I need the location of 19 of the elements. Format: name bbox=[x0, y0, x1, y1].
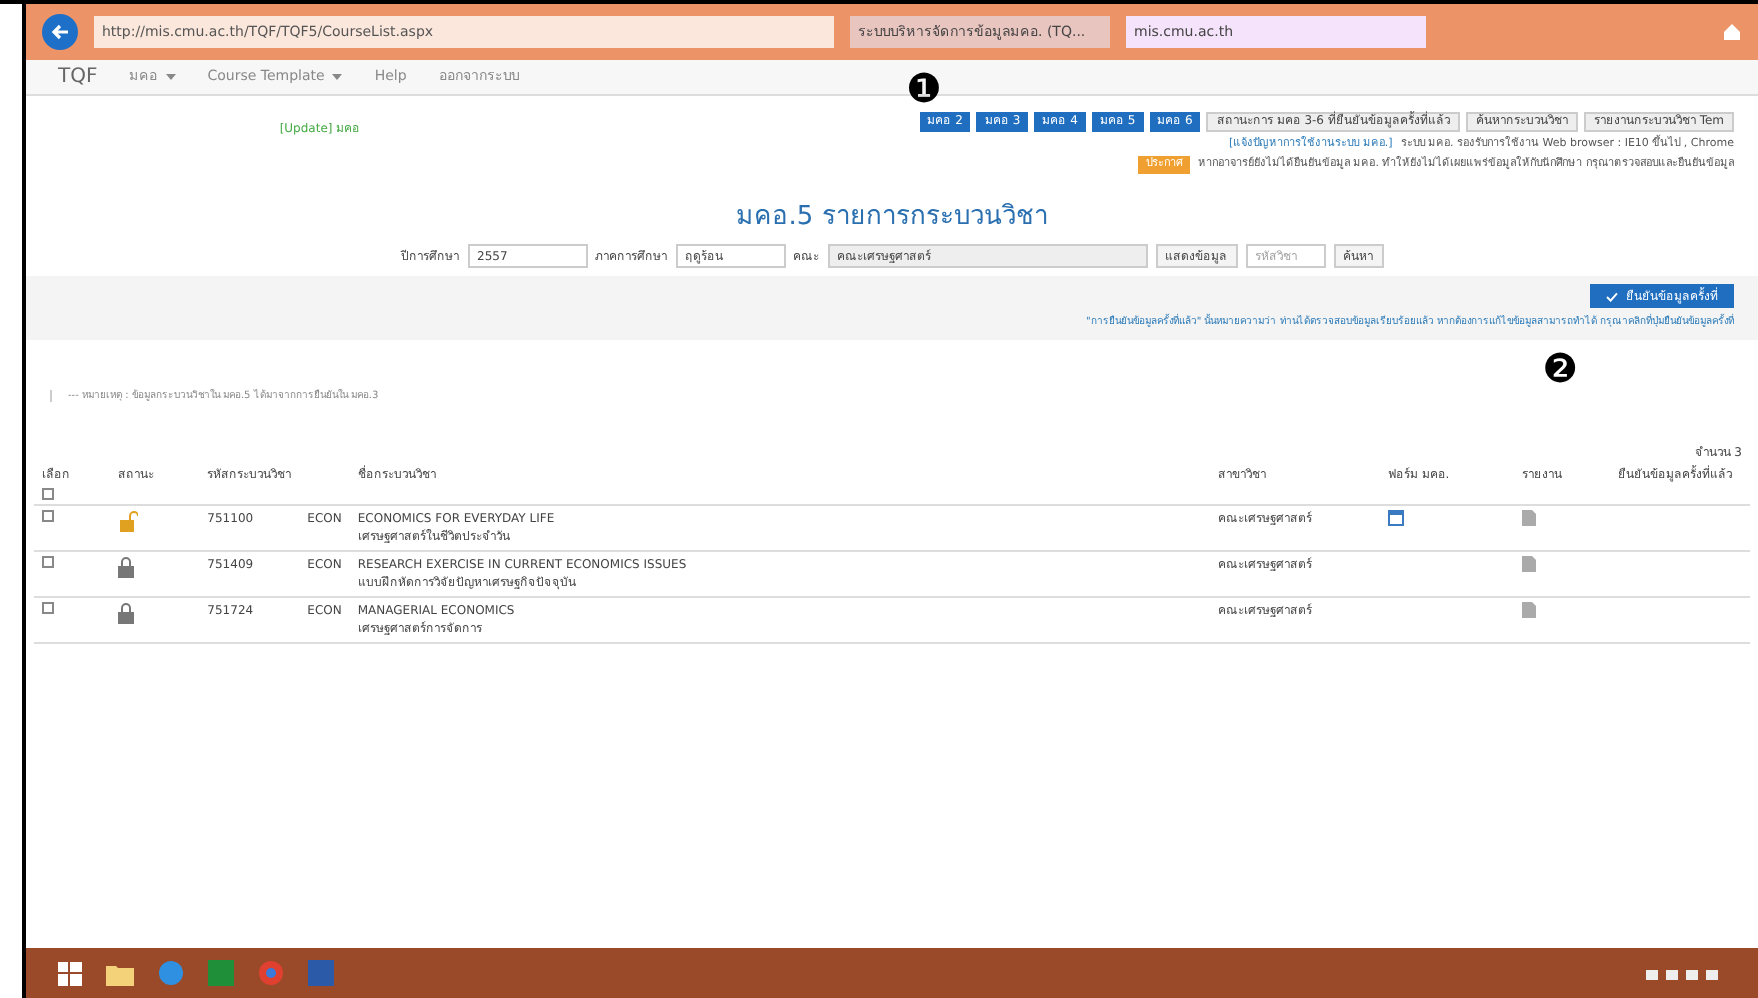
document-icon[interactable] bbox=[1521, 509, 1536, 525]
row-checkbox[interactable] bbox=[42, 509, 54, 521]
row-checkbox[interactable] bbox=[42, 601, 54, 613]
brand-name: TQF bbox=[58, 64, 98, 92]
back-button[interactable] bbox=[42, 14, 78, 50]
folder-icon[interactable] bbox=[106, 961, 134, 985]
windows-start-icon[interactable] bbox=[58, 961, 82, 985]
document-icon[interactable] bbox=[1521, 555, 1536, 571]
annotation-marker: ❷ bbox=[1542, 347, 1578, 387]
document-icon[interactable] bbox=[1521, 601, 1536, 617]
select-all-checkbox[interactable] bbox=[42, 487, 54, 499]
browser-icon[interactable] bbox=[158, 960, 184, 986]
back-arrow-icon bbox=[50, 22, 70, 42]
annotation-marker: ❶ bbox=[906, 68, 942, 108]
home-icon bbox=[1722, 22, 1742, 42]
calendar-icon[interactable] bbox=[1387, 509, 1404, 525]
row-checkbox[interactable] bbox=[42, 555, 54, 567]
page-title: มคอ.5 รายการกระบวนวิชา bbox=[734, 199, 1050, 235]
checkmark-icon bbox=[1606, 291, 1618, 301]
